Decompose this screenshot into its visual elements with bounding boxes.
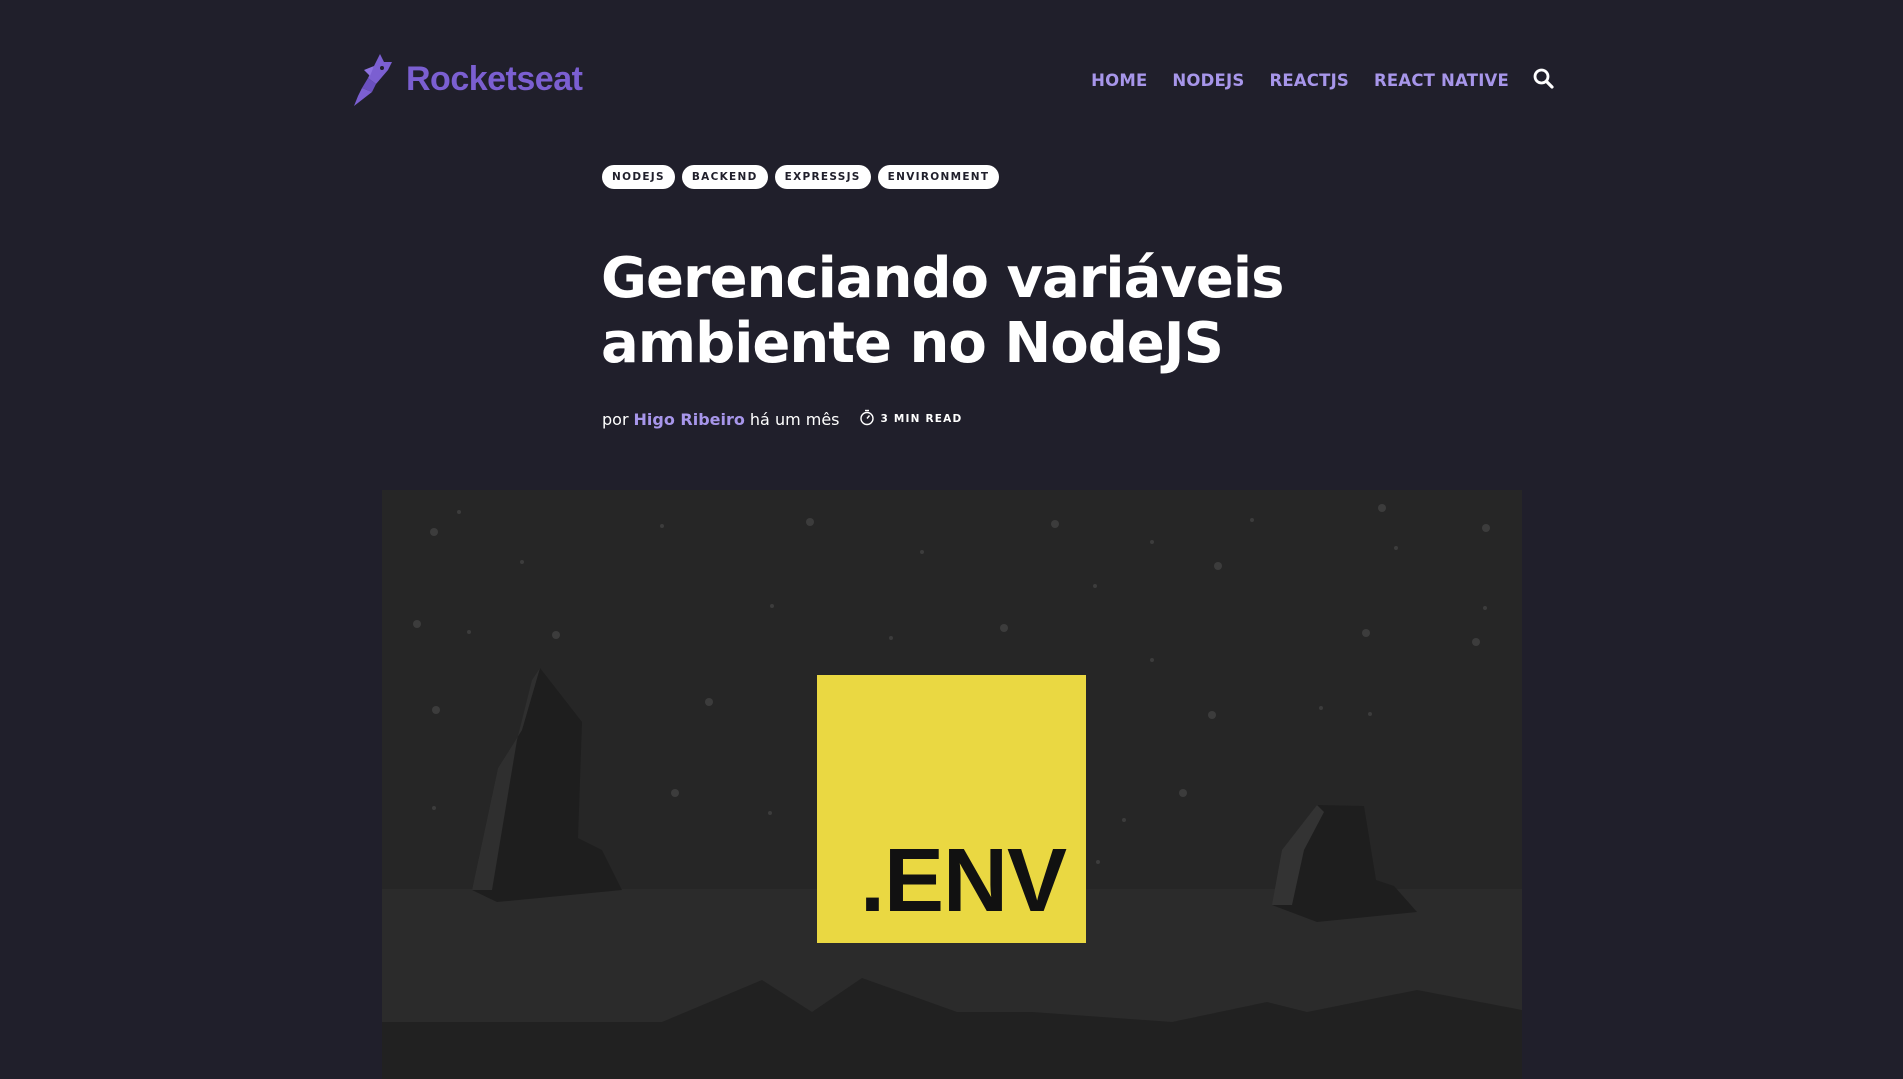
env-badge-text: .ENV xyxy=(859,831,1067,931)
nav-home[interactable]: HOME xyxy=(1091,71,1147,90)
tag-nodejs[interactable]: NODEJS xyxy=(602,165,675,189)
author-link[interactable]: Higo Ribeiro xyxy=(634,410,745,429)
post-byline: por Higo Ribeiro há um mês 3 MIN READ xyxy=(602,409,962,429)
tag-list: NODEJS BACKEND EXPRESSJS ENVIRONMENT xyxy=(602,165,1000,189)
read-time: 3 MIN READ xyxy=(859,409,963,429)
read-time-label: 3 MIN READ xyxy=(880,413,963,425)
byline-prefix: por xyxy=(602,409,629,429)
rocket-icon xyxy=(350,52,394,106)
nav-reactjs[interactable]: REACTJS xyxy=(1269,71,1349,90)
logo-link[interactable]: Rocketseat xyxy=(350,52,583,106)
tag-expressjs[interactable]: EXPRESSJS xyxy=(774,165,871,189)
tag-environment[interactable]: ENVIRONMENT xyxy=(877,165,1000,189)
nav-react-native[interactable]: REACT NATIVE xyxy=(1374,71,1509,90)
tag-backend[interactable]: BACKEND xyxy=(681,165,768,189)
logo-text: Rocketseat xyxy=(406,59,583,98)
post-date: há um mês xyxy=(749,409,840,429)
search-icon[interactable] xyxy=(1533,68,1554,93)
feature-image: .ENV xyxy=(382,490,1522,1079)
env-badge: .ENV xyxy=(817,675,1086,943)
page: Rocketseat HOME NODEJS REACTJS REACT NAT… xyxy=(0,0,1903,1079)
stopwatch-icon xyxy=(859,409,875,429)
main-nav: HOME NODEJS REACTJS REACT NATIVE xyxy=(1091,68,1554,93)
nav-nodejs[interactable]: NODEJS xyxy=(1172,71,1244,90)
post-title: Gerenciando variáveis ambiente no NodeJS xyxy=(601,246,1284,376)
